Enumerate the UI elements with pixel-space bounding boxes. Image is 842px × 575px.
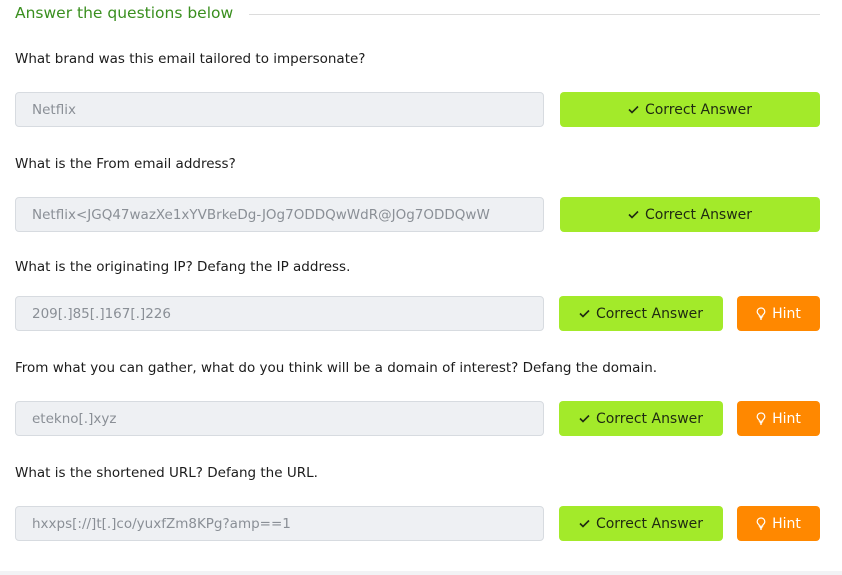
- hint-button-4[interactable]: Hint: [737, 401, 820, 436]
- question-label-2: What is the From email address?: [15, 156, 236, 172]
- bottom-divider: [0, 571, 842, 575]
- correct-answer-button-5[interactable]: Correct Answer: [559, 506, 723, 541]
- check-icon: [628, 210, 639, 219]
- hint-label-5: Hint: [772, 515, 801, 532]
- correct-answer-label-1: Correct Answer: [644, 101, 753, 118]
- lightbulb-icon: [756, 412, 766, 425]
- answer-field-4[interactable]: etekno[.]xyz: [15, 401, 544, 436]
- section-title: Answer the questions below: [15, 4, 234, 22]
- lightbulb-icon: [756, 307, 766, 320]
- hint-label-3: Hint: [772, 305, 801, 322]
- section-header: Answer the questions below: [15, 2, 820, 24]
- check-icon: [579, 309, 590, 318]
- question-label-1: What brand was this email tailored to im…: [15, 51, 366, 67]
- correct-answer-button-1[interactable]: Correct Answer: [560, 92, 820, 127]
- answer-value-4: etekno[.]xyz: [32, 410, 117, 427]
- hint-label-4: Hint: [772, 410, 801, 427]
- correct-answer-button-4[interactable]: Correct Answer: [559, 401, 723, 436]
- check-icon: [579, 414, 590, 423]
- question-label-3: What is the originating IP? Defang the I…: [15, 259, 351, 275]
- answer-value-1: Netflix: [32, 101, 76, 118]
- correct-answer-label-3: Correct Answer: [595, 305, 704, 322]
- correct-answer-label-4: Correct Answer: [595, 410, 704, 427]
- correct-answer-label-2: Correct Answer: [644, 206, 753, 223]
- hint-button-5[interactable]: Hint: [737, 506, 820, 541]
- check-icon: [579, 519, 590, 528]
- correct-answer-button-2[interactable]: Correct Answer: [560, 197, 820, 232]
- answer-field-5[interactable]: hxxps[://]t[.]co/yuxfZm8KPg?amp==1: [15, 506, 544, 541]
- question-label-4: From what you can gather, what do you th…: [15, 360, 658, 376]
- correct-answer-label-5: Correct Answer: [595, 515, 704, 532]
- hint-button-3[interactable]: Hint: [737, 296, 820, 331]
- correct-answer-button-3[interactable]: Correct Answer: [559, 296, 723, 331]
- answer-value-3: 209[.]85[.]167[.]226: [32, 305, 171, 322]
- lightbulb-icon: [756, 517, 766, 530]
- question-label-5: What is the shortened URL? Defang the UR…: [15, 465, 318, 481]
- section-divider: [249, 13, 820, 15]
- answer-field-1[interactable]: Netflix: [15, 92, 544, 127]
- answer-field-2[interactable]: Netflix<JGQ47wazXe1xYVBrkeDg-JOg7ODDQwWd…: [15, 197, 544, 232]
- answer-value-5: hxxps[://]t[.]co/yuxfZm8KPg?amp==1: [32, 515, 291, 532]
- check-icon: [628, 105, 639, 114]
- answer-value-2: Netflix<JGQ47wazXe1xYVBrkeDg-JOg7ODDQwWd…: [32, 206, 490, 223]
- answer-field-3[interactable]: 209[.]85[.]167[.]226: [15, 296, 544, 331]
